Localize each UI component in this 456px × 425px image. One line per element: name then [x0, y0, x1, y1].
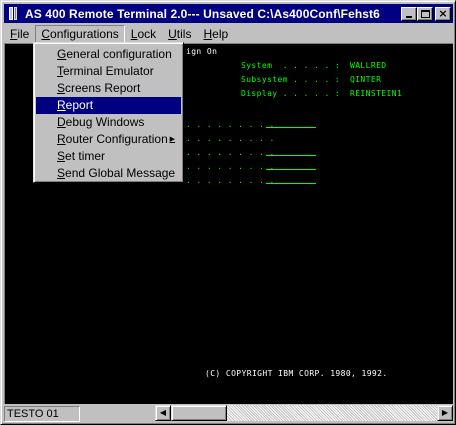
menu-item-report[interactable]: Report: [36, 97, 181, 114]
horizontal-scrollbar[interactable]: ◀ ▶: [155, 405, 453, 421]
title-bar[interactable]: AS 400 Remote Terminal 2.0--- Unsaved C:…: [4, 4, 453, 23]
display-value: REINSTEIN1: [350, 89, 403, 98]
menu-configurations-rest: onfigurations: [50, 26, 119, 41]
scroll-right-icon: ▶: [441, 408, 449, 417]
prompt-dots-2: . . . . . . . . .: [186, 134, 275, 143]
maximize-button[interactable]: [417, 6, 433, 21]
prompt-dots-4: . . . . . . . . .: [186, 162, 275, 171]
session-status: TESTO 01: [4, 405, 80, 422]
menu-item-label: Report: [57, 98, 94, 112]
menu-item-router-configuration[interactable]: Router Configuration ▶: [36, 131, 181, 148]
prompt-dots-5: . . . . . . . . .: [186, 176, 275, 185]
menu-utils-mnemonic: U: [168, 26, 177, 41]
menu-configurations[interactable]: Configurations: [35, 24, 125, 43]
menu-item-label: Set timer: [57, 149, 106, 163]
screen-title: ign On: [186, 47, 218, 56]
menu-item-general-configuration[interactable]: General configuration: [36, 46, 181, 63]
menu-file-rest: ile: [17, 26, 30, 41]
menu-item-label: Router Configuration: [57, 132, 168, 146]
menu-item-label: Debug Windows: [57, 115, 145, 129]
maximize-icon: [421, 9, 430, 18]
menu-utils[interactable]: Utils: [162, 25, 197, 43]
menu-help[interactable]: Help: [197, 25, 234, 43]
status-bar: TESTO 01 ◀ ▶: [4, 404, 453, 423]
configurations-menu: General configuration Terminal Emulator …: [33, 42, 184, 183]
menu-lock[interactable]: Lock: [125, 25, 162, 43]
subsystem-label: Subsystem . . . . :: [241, 75, 341, 84]
minimize-button[interactable]: [401, 6, 417, 21]
menu-item-set-timer[interactable]: Set timer: [36, 148, 181, 165]
prompt-dots-3: . . . . . . . . .: [186, 148, 275, 157]
submenu-arrow-icon: ▶: [169, 136, 175, 143]
menu-help-rest: elp: [212, 26, 229, 41]
menu-item-debug-windows[interactable]: Debug Windows: [36, 114, 181, 131]
menu-item-terminal-emulator[interactable]: Terminal Emulator: [36, 63, 181, 80]
prompt-dots-1: . . . . . . . . .: [186, 120, 275, 129]
close-button[interactable]: ×: [435, 6, 451, 21]
scroll-right-button[interactable]: ▶: [437, 405, 453, 421]
menu-input-field[interactable]: [266, 169, 316, 170]
menu-bar: File Configurations Lock Utils Help: [4, 24, 453, 43]
menu-configurations-mnemonic: C: [41, 26, 51, 41]
menu-item-label: Screens Report: [57, 81, 141, 95]
menu-item-send-global-message[interactable]: Send Global Message: [36, 165, 181, 182]
minimize-icon: [406, 15, 412, 18]
app-icon[interactable]: [7, 6, 21, 21]
system-value: WALLRED: [350, 61, 387, 70]
copyright-text: (C) COPYRIGHT IBM CORP. 1980, 1992.: [205, 369, 388, 378]
close-icon: ×: [438, 6, 448, 20]
scroll-thumb[interactable]: [171, 405, 227, 421]
menu-item-label: Terminal Emulator: [57, 64, 154, 78]
system-label: System . . . . . :: [241, 61, 341, 70]
menu-lock-rest: ock: [137, 26, 157, 41]
display-label: Display . . . . . :: [241, 89, 341, 98]
program-input-field[interactable]: [266, 155, 316, 156]
user-input-field[interactable]: [266, 127, 316, 128]
menu-item-screens-report[interactable]: Screens Report: [36, 80, 181, 97]
scroll-left-icon: ◀: [159, 408, 167, 417]
window-title: AS 400 Remote Terminal 2.0--- Unsaved C:…: [25, 6, 380, 21]
menu-item-label: General configuration: [57, 47, 172, 61]
subsystem-value: QINTER: [350, 75, 382, 84]
menu-utils-rest: tils: [176, 26, 192, 41]
app-window: AS 400 Remote Terminal 2.0--- Unsaved C:…: [0, 0, 456, 425]
menu-file[interactable]: File: [4, 25, 35, 43]
menu-help-mnemonic: H: [203, 26, 213, 41]
scroll-left-button[interactable]: ◀: [155, 405, 171, 421]
menu-item-label: Send Global Message: [57, 166, 176, 180]
library-input-field[interactable]: [266, 183, 316, 184]
